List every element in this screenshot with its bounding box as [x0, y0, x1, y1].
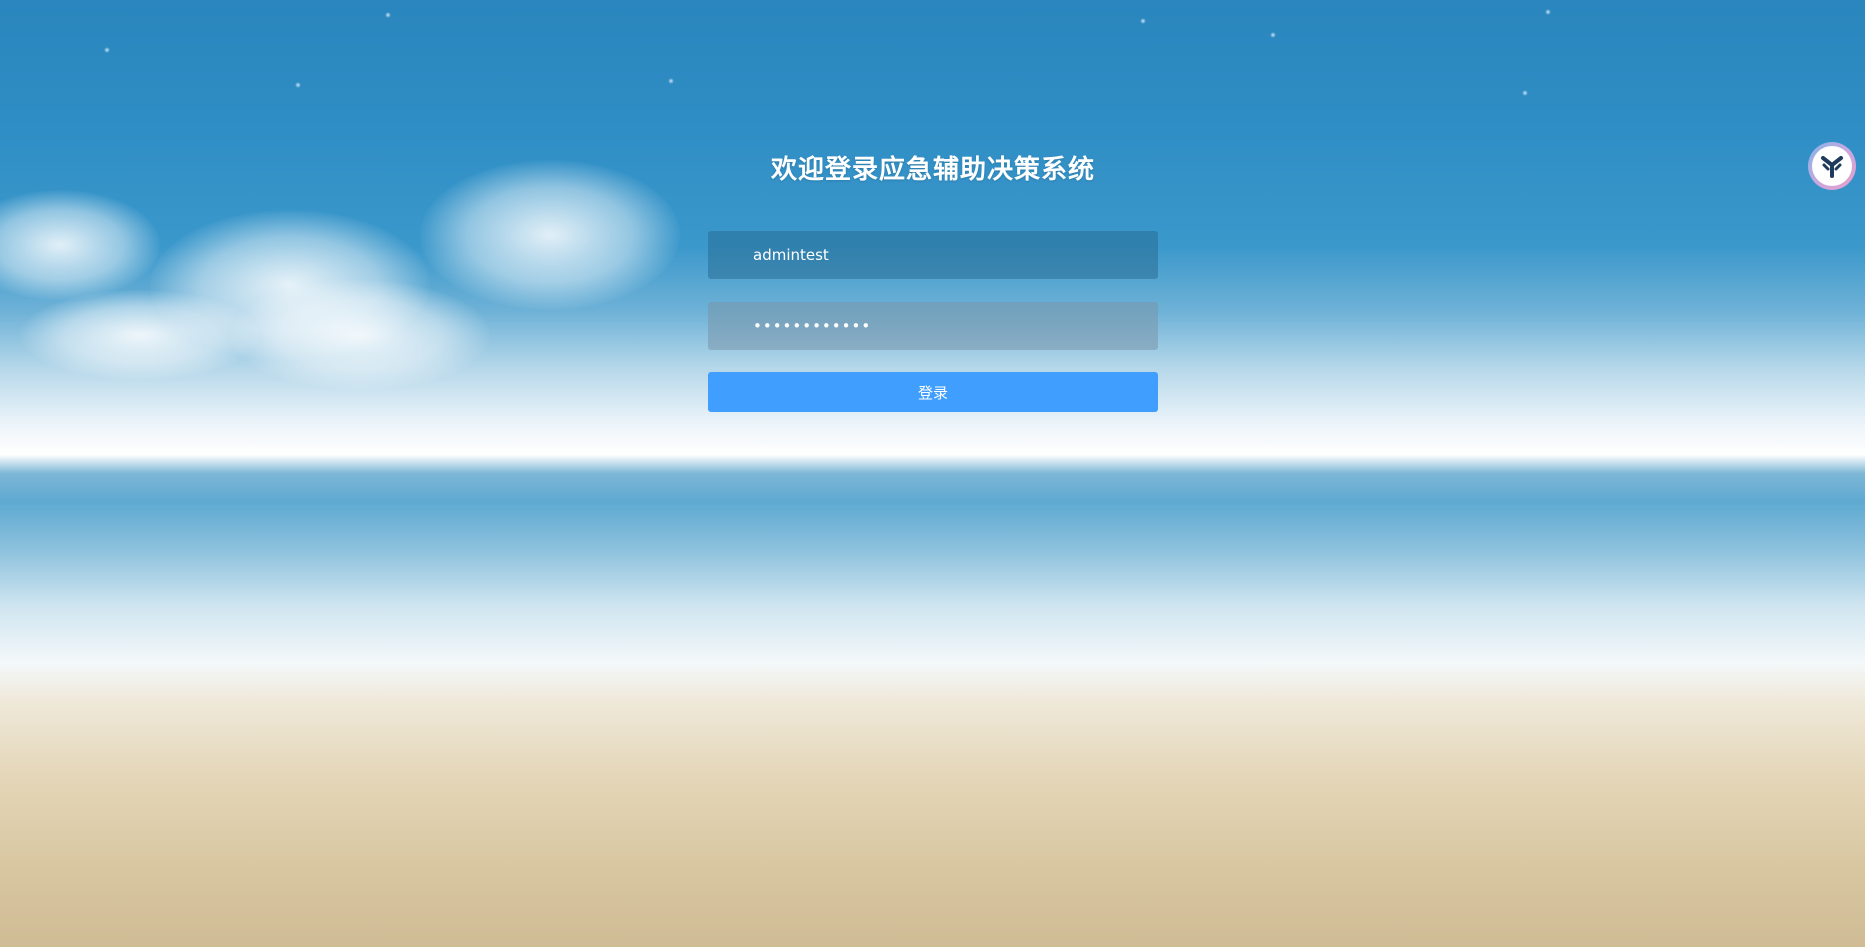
assistant-widget-button[interactable] — [1808, 142, 1856, 190]
background-seascape — [0, 0, 1865, 947]
assistant-logo-icon — [1812, 146, 1852, 186]
login-title: 欢迎登录应急辅助决策系统 — [770, 155, 1095, 185]
login-form: 欢迎登录应急辅助决策系统 登录 — [708, 150, 1158, 412]
login-button[interactable]: 登录 — [708, 372, 1158, 412]
username-input[interactable] — [708, 231, 1158, 279]
password-input[interactable] — [708, 302, 1158, 350]
